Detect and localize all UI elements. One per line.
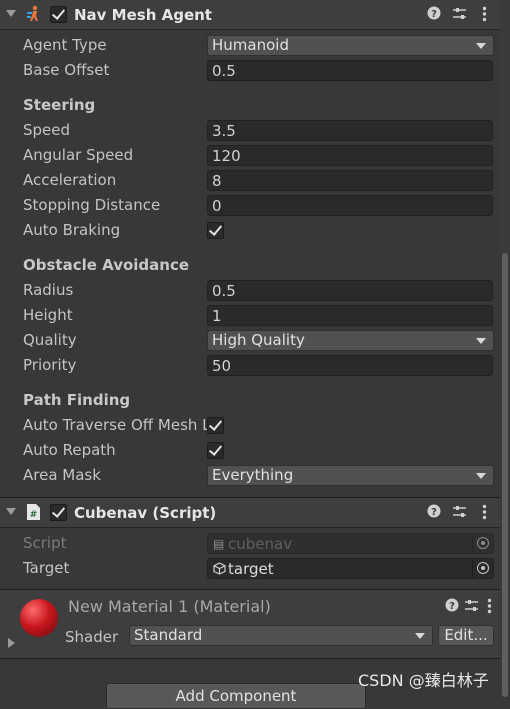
speed-label: Speed <box>23 121 71 139</box>
nav-mesh-agent-header[interactable]: Nav Mesh Agent ? <box>0 0 500 30</box>
auto-repath-label: Auto Repath <box>23 441 116 459</box>
cubenav-header[interactable]: # Cubenav (Script) ? <box>0 498 500 528</box>
stopping-distance-label: Stopping Distance <box>23 196 161 214</box>
target-value: target <box>228 560 274 578</box>
prefab-cube-icon <box>213 562 226 575</box>
target-picker-icon[interactable] <box>472 559 493 578</box>
material-preview-sphere[interactable] <box>20 599 58 637</box>
more-icon[interactable] <box>487 598 492 618</box>
acceleration-label: Acceleration <box>23 171 117 189</box>
base-offset-label: Base Offset <box>23 61 110 79</box>
script-label: Script <box>23 534 67 552</box>
target-picker-icon <box>472 534 493 553</box>
shader-label: Shader <box>65 628 119 646</box>
help-icon[interactable]: ? <box>427 504 441 522</box>
script-value: cubenav <box>228 535 293 553</box>
angular-speed-label: Angular Speed <box>23 146 134 164</box>
angular-speed-field[interactable]: 120 <box>207 145 493 166</box>
cubenav-enabled-checkbox[interactable] <box>50 504 67 521</box>
auto-repath-checkbox[interactable] <box>207 442 224 459</box>
fold-arrow-icon[interactable] <box>6 508 16 515</box>
scrollbar[interactable] <box>500 0 510 697</box>
svg-text:?: ? <box>431 9 437 20</box>
divider <box>0 658 500 659</box>
edit-shader-button[interactable]: Edit... <box>438 625 494 646</box>
svg-text:?: ? <box>431 507 437 518</box>
area-mask-label: Area Mask <box>23 466 101 484</box>
help-icon[interactable]: ? <box>427 6 441 24</box>
quality-label: Quality <box>23 331 77 349</box>
component-title: Cubenav (Script) <box>74 504 217 522</box>
speed-field[interactable]: 3.5 <box>207 120 493 141</box>
svg-text:?: ? <box>449 601 455 612</box>
more-icon[interactable] <box>482 504 487 524</box>
script-field: ▤ cubenav <box>207 533 494 554</box>
watermark: CSDN @臻白林子 <box>358 671 489 690</box>
nav-mesh-agent-icon <box>27 5 38 21</box>
radius-field[interactable]: 0.5 <box>207 280 493 301</box>
agent-type-label: Agent Type <box>23 36 107 54</box>
material-section: New Material 1 (Material) ? Shader Stand… <box>0 590 500 658</box>
nav-mesh-agent-enabled-checkbox[interactable] <box>50 6 67 23</box>
area-mask-dropdown[interactable]: Everything <box>207 465 494 486</box>
auto-braking-checkbox[interactable] <box>207 222 224 239</box>
fold-arrow-icon[interactable] <box>8 638 15 648</box>
svg-text:#: # <box>30 510 38 520</box>
material-title: New Material 1 (Material) <box>68 597 271 616</box>
presets-icon[interactable] <box>452 504 467 523</box>
presets-icon[interactable] <box>452 6 467 25</box>
height-label: Height <box>23 306 73 324</box>
path-finding-section-title: Path Finding <box>23 391 131 409</box>
base-offset-field[interactable]: 0.5 <box>207 60 493 81</box>
add-component-button[interactable]: Add Component <box>106 683 366 709</box>
height-field[interactable]: 1 <box>207 305 493 326</box>
stopping-distance-field[interactable]: 0 <box>207 195 493 216</box>
help-icon[interactable]: ? <box>445 598 459 616</box>
steering-section-title: Steering <box>23 96 96 114</box>
scrollbar-thumb[interactable] <box>502 253 508 697</box>
acceleration-field[interactable]: 8 <box>207 170 493 191</box>
fold-arrow-icon[interactable] <box>6 10 16 17</box>
script-file-icon: ▤ <box>213 537 225 551</box>
auto-traverse-checkbox[interactable] <box>207 417 224 434</box>
agent-type-dropdown[interactable]: Humanoid <box>207 35 494 56</box>
quality-dropdown[interactable]: High Quality <box>207 330 494 351</box>
target-field[interactable]: target <box>207 558 494 579</box>
presets-icon[interactable] <box>464 598 479 617</box>
script-icon: # <box>27 504 40 520</box>
obstacle-avoidance-section-title: Obstacle Avoidance <box>23 256 190 274</box>
radius-label: Radius <box>23 281 74 299</box>
auto-braking-label: Auto Braking <box>23 221 121 239</box>
priority-label: Priority <box>23 356 77 374</box>
more-icon[interactable] <box>482 6 487 26</box>
target-label: Target <box>23 559 70 577</box>
shader-dropdown[interactable]: Standard <box>129 625 433 646</box>
auto-traverse-label: Auto Traverse Off Mesh L <box>23 416 211 434</box>
component-title: Nav Mesh Agent <box>74 6 212 24</box>
priority-field[interactable]: 50 <box>207 355 493 376</box>
